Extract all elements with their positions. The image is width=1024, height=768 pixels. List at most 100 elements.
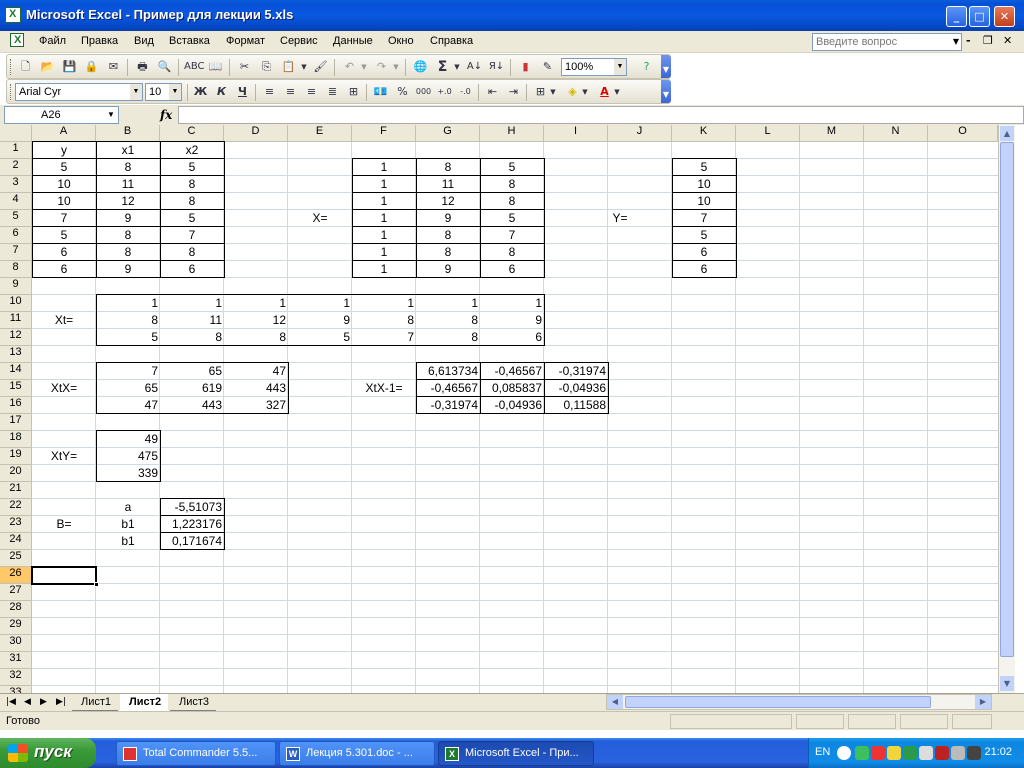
align-left-icon[interactable]: ≡ bbox=[260, 83, 279, 101]
cell[interactable]: 7 bbox=[160, 227, 224, 244]
column-header[interactable]: L bbox=[736, 125, 800, 142]
fill-color-dropdown-icon[interactable]: ▼ bbox=[580, 83, 590, 101]
research-icon[interactable]: 📖 bbox=[206, 58, 225, 76]
cell[interactable]: -0,04936 bbox=[480, 397, 544, 414]
row-header[interactable]: 12 bbox=[0, 329, 32, 346]
row-header[interactable]: 33 bbox=[0, 686, 32, 693]
menu-file[interactable]: Файл bbox=[39, 35, 66, 47]
cell[interactable]: 1 bbox=[224, 295, 288, 312]
cell[interactable]: 6 bbox=[160, 261, 224, 278]
underline-button[interactable]: Ч bbox=[233, 83, 252, 101]
drawing-icon[interactable]: ✎ bbox=[538, 58, 557, 76]
row-header[interactable]: 2 bbox=[0, 159, 32, 176]
chevron-down-icon[interactable]: ▼ bbox=[104, 107, 118, 123]
thousands-button[interactable]: 000 bbox=[414, 83, 433, 101]
cell[interactable]: 1,223176 bbox=[160, 516, 224, 533]
row-header[interactable]: 17 bbox=[0, 414, 32, 431]
cell[interactable]: 8 bbox=[160, 244, 224, 261]
menu-edit[interactable]: Правка bbox=[81, 35, 118, 47]
column-header[interactable]: F bbox=[352, 125, 416, 142]
toolbar-grip[interactable] bbox=[10, 84, 13, 100]
update-icon[interactable] bbox=[903, 746, 917, 760]
row-header[interactable]: 11 bbox=[0, 312, 32, 329]
cell[interactable]: 5 bbox=[288, 329, 352, 346]
security-shield-icon[interactable] bbox=[887, 746, 901, 760]
horizontal-scrollbar[interactable]: ◀ ▶ bbox=[606, 694, 992, 710]
row-header[interactable]: 3 bbox=[0, 176, 32, 193]
cell[interactable]: -0,31974 bbox=[416, 397, 480, 414]
cell[interactable]: 9 bbox=[480, 312, 544, 329]
cell[interactable]: -0,04936 bbox=[544, 380, 608, 397]
cell[interactable]: 6 bbox=[672, 261, 736, 278]
row-header[interactable]: 18 bbox=[0, 431, 32, 448]
chart-wizard-icon[interactable]: ▮ bbox=[516, 58, 535, 76]
cell[interactable]: 1 bbox=[96, 295, 160, 312]
column-header[interactable]: H bbox=[480, 125, 544, 142]
scroll-right-icon[interactable]: ▶ bbox=[975, 695, 991, 709]
cell[interactable]: a bbox=[96, 499, 160, 516]
row-header[interactable]: 7 bbox=[0, 244, 32, 261]
cell[interactable]: x1 bbox=[96, 142, 160, 159]
maximize-button[interactable]: □ bbox=[969, 6, 990, 27]
row-header[interactable]: 5 bbox=[0, 210, 32, 227]
cell[interactable]: 8 bbox=[96, 227, 160, 244]
cell[interactable]: 5 bbox=[480, 159, 544, 176]
zoom-select[interactable]: 100% ▼ bbox=[561, 58, 627, 76]
label-cell[interactable]: XtX= bbox=[32, 380, 96, 397]
menu-tools[interactable]: Сервис bbox=[280, 35, 318, 47]
cell[interactable]: 8 bbox=[416, 329, 480, 346]
chevron-down-icon[interactable]: ▼ bbox=[169, 84, 181, 100]
active-cell[interactable] bbox=[31, 566, 97, 585]
cell[interactable]: 10 bbox=[32, 193, 96, 210]
cell[interactable]: 8 bbox=[96, 312, 160, 329]
cell[interactable]: 5 bbox=[160, 210, 224, 227]
worksheet-grid[interactable]: A B C D E F G H I J K L M N O 1 2 3 4 5 … bbox=[0, 125, 998, 693]
cell[interactable]: 7 bbox=[480, 227, 544, 244]
hyperlink-icon[interactable]: 🌐 bbox=[411, 58, 430, 76]
row-header[interactable]: 25 bbox=[0, 550, 32, 567]
start-button[interactable]: пуск bbox=[0, 738, 96, 768]
cell[interactable]: 8 bbox=[160, 193, 224, 210]
cell[interactable]: 65 bbox=[160, 363, 224, 380]
percent-button[interactable]: % bbox=[393, 83, 412, 101]
cell[interactable]: 327 bbox=[224, 397, 288, 414]
task-excel[interactable]: X Microsoft Excel - При... bbox=[438, 741, 594, 766]
cell[interactable]: 1 bbox=[352, 227, 416, 244]
fill-handle[interactable] bbox=[94, 582, 99, 587]
currency-icon[interactable]: 💶 bbox=[371, 83, 390, 101]
row-header[interactable]: 1 bbox=[0, 142, 32, 159]
sort-descending-icon[interactable]: Я↓ bbox=[487, 58, 506, 76]
cell[interactable]: 5 bbox=[32, 227, 96, 244]
redo-icon[interactable]: ↷ bbox=[372, 58, 391, 76]
cell[interactable]: 1 bbox=[352, 193, 416, 210]
email-icon[interactable]: ✉ bbox=[104, 58, 123, 76]
cell[interactable]: 7 bbox=[96, 363, 160, 380]
name-box[interactable]: A26 ▼ bbox=[4, 106, 119, 124]
horizontal-scroll-thumb[interactable] bbox=[625, 696, 931, 708]
cell[interactable]: 1 bbox=[352, 295, 416, 312]
cell[interactable]: 65 bbox=[96, 380, 160, 397]
cell[interactable]: -5,51073 bbox=[160, 499, 224, 516]
question-input[interactable]: Введите вопрос bbox=[812, 33, 962, 51]
cell[interactable]: 10 bbox=[32, 176, 96, 193]
formula-input[interactable] bbox=[178, 106, 1024, 124]
undo-icon[interactable]: ↶ bbox=[340, 58, 359, 76]
menu-view[interactable]: Вид bbox=[134, 35, 154, 47]
cell[interactable]: 475 bbox=[96, 448, 160, 465]
fx-icon[interactable]: fx bbox=[160, 108, 172, 122]
cell[interactable]: 11 bbox=[96, 176, 160, 193]
cell[interactable]: 8 bbox=[416, 227, 480, 244]
row-header[interactable]: 27 bbox=[0, 584, 32, 601]
cell[interactable]: 49 bbox=[96, 431, 160, 448]
column-header[interactable]: C bbox=[160, 125, 224, 142]
cut-icon[interactable]: ✂ bbox=[235, 58, 254, 76]
cell[interactable]: -0,31974 bbox=[544, 363, 608, 380]
increase-decimal-icon[interactable]: +.0 bbox=[435, 83, 454, 101]
label-cell[interactable]: B= bbox=[32, 516, 96, 533]
cell[interactable]: 1 bbox=[160, 295, 224, 312]
sheet-tab-3[interactable]: Лист3 bbox=[170, 694, 217, 711]
chevron-down-icon[interactable]: ▼ bbox=[130, 84, 142, 100]
close-button[interactable]: ✕ bbox=[994, 6, 1015, 27]
open-icon[interactable]: 📂 bbox=[38, 58, 57, 76]
cell[interactable]: 12 bbox=[224, 312, 288, 329]
